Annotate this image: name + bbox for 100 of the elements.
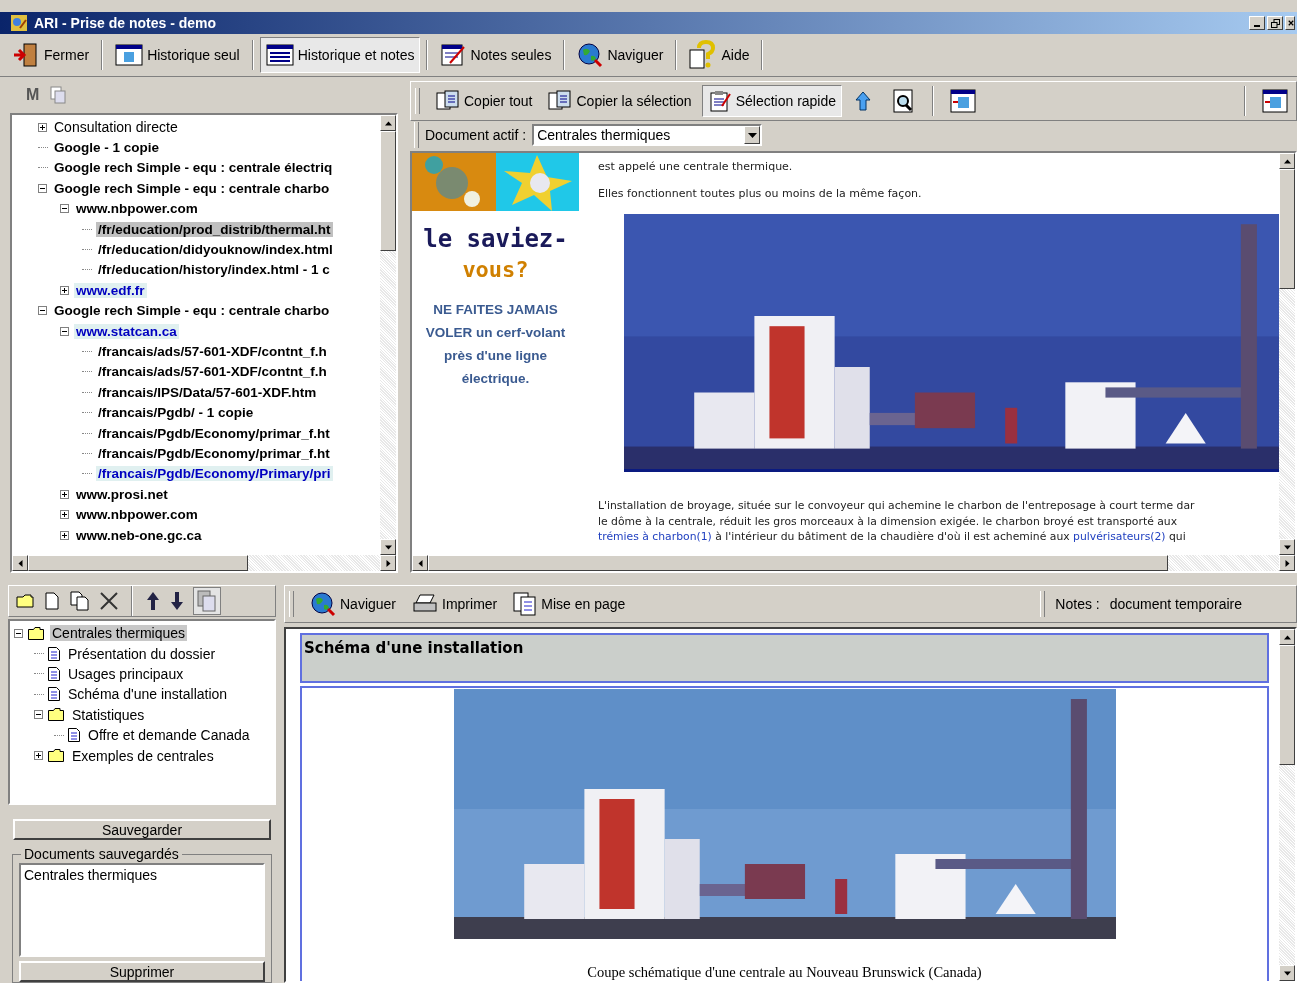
right-arrow-icon[interactable] [1283, 559, 1291, 567]
toolbar-button[interactable]: Copier tout [430, 85, 539, 117]
folder-icon[interactable] [15, 592, 35, 610]
tree-item[interactable]: www.nbpower.com [74, 201, 200, 217]
tree-item[interactable]: /fr/education/didyouknow/index.html [96, 242, 335, 258]
scrollbar[interactable] [1279, 629, 1295, 981]
tree-item[interactable]: Schéma d'une installation [66, 686, 230, 703]
copy-icon[interactable] [69, 590, 91, 612]
window-icon [265, 44, 294, 66]
tree-item[interactable]: Google rech Simple - equ : centrale charbo [52, 303, 332, 319]
scrollbar[interactable] [412, 555, 1295, 571]
toolbar-button[interactable]: Naviguer [304, 588, 403, 620]
paragraph: est appelé une centrale thermique. [598, 160, 794, 173]
tree-item[interactable]: Google rech Simple - equ : centrale électriq [52, 160, 335, 176]
tree-item[interactable]: Présentation du dossier [66, 645, 218, 662]
up-arrow-icon[interactable] [145, 590, 161, 612]
window-icon[interactable] [950, 89, 977, 113]
toolbar-button[interactable]: Naviguer [571, 37, 670, 73]
notes-label: Notes : [1055, 596, 1100, 612]
minimize-button[interactable] [1249, 16, 1265, 30]
tree-item[interactable]: /francais/Pgdb/Economy/Primary/pri [96, 466, 333, 482]
tree-item[interactable]: Google - 1 copie [52, 140, 161, 156]
restore-button[interactable] [1267, 16, 1283, 30]
folder-icon [28, 626, 44, 640]
toolbar-button[interactable]: Historique et notes [259, 37, 421, 73]
tree-item[interactable]: www.statcan.ca [74, 323, 179, 339]
left-arrow-icon[interactable] [416, 559, 424, 567]
window-icon[interactable] [1262, 89, 1288, 113]
expand-icon[interactable] [60, 489, 69, 499]
tree-item[interactable]: /fr/education/history/index.html - 1 c [96, 262, 332, 278]
expand-icon[interactable] [60, 510, 69, 520]
collapse-icon[interactable] [38, 183, 47, 193]
up-arrow-icon[interactable] [1283, 633, 1291, 641]
tree-item[interactable]: www.neb-one.gc.ca [74, 527, 204, 543]
up-arrow-icon[interactable] [1283, 157, 1291, 165]
delete-button[interactable]: Supprimer [19, 961, 265, 982]
delete-icon[interactable] [99, 591, 119, 611]
collapse-icon[interactable] [34, 710, 43, 720]
link[interactable]: trémies à charbon(1) [598, 530, 712, 543]
collapse-icon[interactable] [14, 628, 23, 638]
scrollbar[interactable] [12, 555, 396, 571]
toolbar-button[interactable]: Fermer [6, 37, 96, 73]
expand-icon[interactable] [34, 751, 43, 761]
scrollbar[interactable] [380, 115, 396, 555]
folder-icon [48, 708, 64, 722]
tree-item[interactable]: www.nbpower.com [74, 507, 200, 523]
copy-icon [548, 90, 573, 112]
notes-document-name: document temporaire [1109, 596, 1242, 612]
down-arrow-icon[interactable] [169, 590, 185, 612]
tree-item[interactable]: /francais/Pgdb/Economy/primar_f.ht [96, 425, 332, 441]
up-arrow-icon[interactable] [384, 119, 392, 127]
down-arrow-icon[interactable] [1283, 543, 1291, 551]
right-arrow-icon[interactable] [384, 559, 392, 567]
tree-item[interactable]: Centrales thermiques [50, 625, 188, 642]
tree-item[interactable]: /francais/Pgdb/ - 1 copie [96, 405, 256, 421]
toolbar-button[interactable]: M [26, 86, 40, 104]
tree-item[interactable]: Usages principaux [66, 665, 186, 682]
collapse-icon[interactable] [38, 306, 47, 316]
tree-item[interactable]: /francais/Pgdb/Economy/primar_f.ht [96, 445, 332, 461]
link[interactable]: pulvérisateurs(2) [1073, 530, 1166, 543]
document-dropdown[interactable]: Centrales thermiques [532, 124, 763, 146]
globe-icon [577, 42, 604, 68]
tree-item[interactable]: /francais/IPS/Data/57-601-XDF.htm [96, 384, 319, 400]
tree-item[interactable]: Consultation directe [52, 119, 180, 136]
down-arrow-icon[interactable] [1283, 969, 1291, 977]
toolbar-button[interactable]: Imprimer [406, 588, 504, 620]
list-item[interactable]: Centrales thermiques [24, 867, 260, 883]
save-button[interactable]: Sauvegarder [13, 819, 271, 840]
down-arrow-icon[interactable] [384, 543, 392, 551]
heading: le saviez- [423, 225, 568, 253]
document-icon [48, 687, 60, 702]
tree-item[interactable]: Exemples de centrales [70, 747, 216, 764]
collapse-icon[interactable] [60, 326, 69, 336]
collapse-icon[interactable] [60, 204, 69, 214]
toolbar-button[interactable]: Aide [683, 37, 756, 73]
tree-item[interactable]: Offre et demande Canada [86, 727, 252, 744]
expand-icon[interactable] [60, 530, 69, 540]
document-icon[interactable] [43, 591, 61, 611]
tree-item[interactable]: /francais/ads/57-601-XDF/contnt_f.h [96, 364, 329, 380]
tree-item[interactable]: /fr/education/prod_distrib/thermal.ht [96, 221, 333, 237]
copy-icon [436, 90, 460, 112]
tree-item[interactable]: www.prosi.net [74, 486, 170, 502]
tree-item[interactable]: /francais/ads/57-601-XDF/contnt_f.h [96, 344, 329, 359]
toolbar-button[interactable]: Mise en page [507, 588, 632, 620]
tree-item[interactable]: Statistiques [70, 706, 147, 723]
toolbar-button[interactable]: Historique seul [109, 37, 246, 73]
heading: vous? [462, 257, 529, 282]
tree-item[interactable]: Google rech Simple - equ : centrale charbo [52, 180, 332, 196]
caption: Coupe schématique d'une centrale au Nouveau Brunswick (Canada) [587, 964, 982, 981]
left-arrow-icon[interactable] [16, 559, 24, 567]
expand-icon[interactable] [38, 122, 47, 132]
close-button[interactable] [1285, 16, 1295, 30]
scrollbar[interactable] [1279, 153, 1295, 555]
tree-item[interactable]: www.edf.fr [74, 282, 147, 298]
toolbar-button[interactable]: Notes seules [434, 37, 558, 73]
tip-text: NE FAITES JAMAIS VOLER un cerf-volant près d'une ligne électrique. [424, 301, 567, 388]
toolbar-button[interactable]: Copier la sélection [542, 85, 698, 117]
toolbar-button[interactable]: Sélection rapide [701, 85, 843, 117]
expand-icon[interactable] [60, 285, 69, 295]
up-arrow-icon[interactable] [854, 90, 873, 112]
